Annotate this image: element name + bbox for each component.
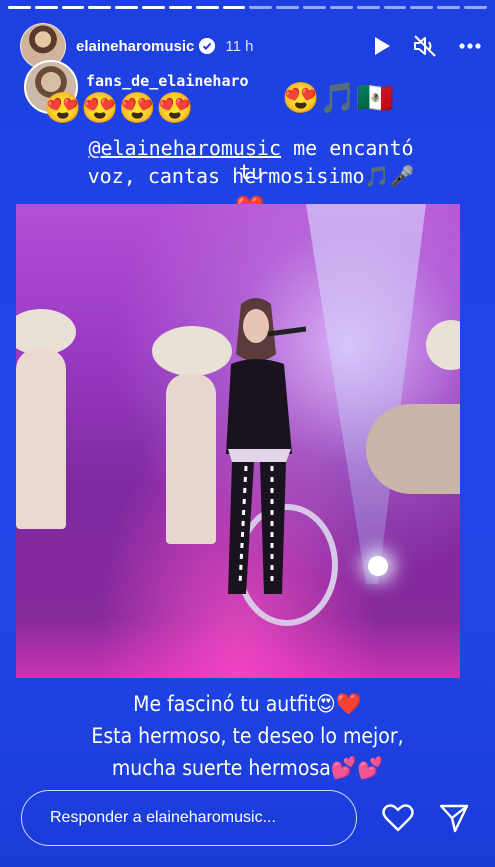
guitarron-right	[366, 404, 460, 494]
singer-figure	[226, 298, 306, 594]
post-time: 11 h	[225, 37, 254, 55]
caption-bottom-line-1: Me fascinó tu autfit😍❤️	[133, 692, 362, 716]
progress-segment	[8, 6, 31, 9]
username[interactable]: elaineharomusic	[76, 38, 194, 55]
progress-segment	[410, 6, 434, 9]
reply-placeholder: Responder a elaineharomusic...	[50, 809, 276, 826]
emoji-row-left: 😍😍😍😍	[44, 92, 194, 125]
mention-link[interactable]: @elaineharomusic	[88, 136, 281, 160]
progress-segment	[115, 6, 139, 9]
progress-segment	[142, 6, 165, 9]
progress-segment	[383, 6, 407, 9]
more-icon[interactable]	[459, 43, 481, 49]
sombrero-right	[426, 320, 460, 370]
progress-segment	[222, 6, 246, 9]
progress-segment	[329, 6, 353, 9]
progress-segment	[249, 6, 273, 9]
like-heart-icon[interactable]	[380, 800, 416, 836]
progress-segment	[464, 6, 487, 9]
video-frame[interactable]	[16, 204, 460, 678]
verified-badge-icon	[199, 38, 216, 54]
muted-icon[interactable]	[413, 35, 437, 57]
stage-floor-glow	[16, 618, 460, 678]
emoji-row-right: 😍🎵🇲🇽	[282, 82, 395, 115]
story-header: elaineharomusic 11 h	[20, 22, 481, 70]
story-viewer: elaineharomusic 11 h fans_de_elaineharo …	[0, 0, 495, 867]
progress-segment	[61, 6, 85, 9]
send-icon[interactable]	[436, 800, 472, 836]
caption-line-2: voz, cantas hermosisimo🎵🎤	[87, 164, 415, 188]
play-icon[interactable]	[373, 36, 391, 56]
story-progress-bar	[8, 6, 487, 9]
caption-bottom-line-2: Esta hermoso, te deseo lo mejor,	[91, 724, 404, 748]
progress-segment	[34, 6, 58, 9]
musician-left	[16, 349, 66, 529]
stage-spotlight	[368, 556, 388, 576]
progress-segment	[437, 6, 461, 9]
progress-segment	[356, 6, 380, 9]
progress-segment	[195, 6, 219, 9]
progress-segment	[168, 6, 192, 9]
progress-segment	[88, 6, 112, 9]
progress-segment	[276, 6, 300, 9]
fan-username: fans_de_elaineharo	[86, 72, 249, 90]
reply-input[interactable]: Responder a elaineharomusic...	[21, 790, 357, 846]
caption-bottom-line-3: mucha suerte hermosa💕💕	[111, 756, 384, 780]
progress-segment	[303, 6, 326, 9]
